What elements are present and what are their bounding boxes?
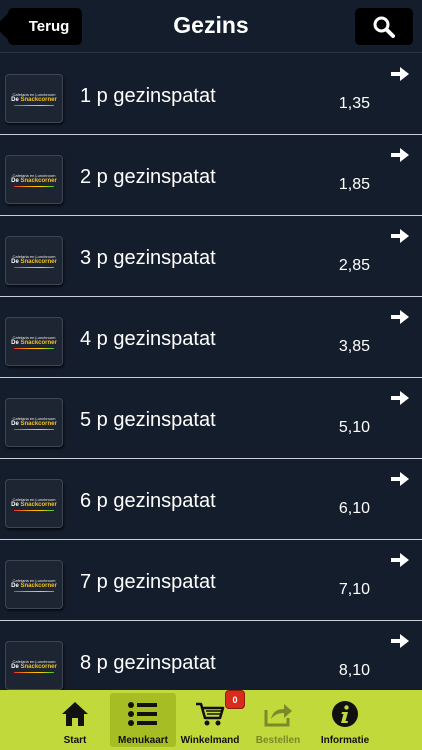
tab-label: Start bbox=[63, 735, 87, 746]
item-price: 1,35 bbox=[338, 95, 370, 112]
list-item[interactable]: Cafetaria en Lunchroom De Snackcorner 1 … bbox=[0, 54, 422, 135]
arrow-right-icon[interactable] bbox=[390, 390, 410, 406]
logo-brand-name: Snackcorner bbox=[20, 339, 57, 346]
home-icon bbox=[60, 699, 90, 729]
logo-brand-name: Snackcorner bbox=[20, 96, 57, 103]
snackcorner-logo-thumbnail: Cafetaria en Lunchroom De Snackcorner bbox=[5, 236, 63, 285]
list-item[interactable]: Cafetaria en Lunchroom De Snackcorner 5 … bbox=[0, 378, 422, 459]
logo-brand: De Snackcorner bbox=[11, 340, 57, 347]
item-price: 5,10 bbox=[338, 419, 370, 436]
logo-underline bbox=[14, 347, 54, 349]
item-name: 8 p gezinspatat bbox=[80, 652, 216, 674]
list-item[interactable]: Cafetaria en Lunchroom De Snackcorner 7 … bbox=[0, 540, 422, 621]
item-name: 4 p gezinspatat bbox=[80, 328, 216, 350]
logo-brand: De Snackcorner bbox=[11, 97, 57, 104]
tab-informatie[interactable]: Informatie bbox=[312, 693, 378, 747]
tab-bar: Start Menukaart Winkelmand Bestellen Inf… bbox=[0, 690, 422, 750]
search-icon bbox=[373, 16, 395, 38]
tab-label: Winkelmand bbox=[180, 735, 240, 746]
item-name: 6 p gezinspatat bbox=[80, 490, 216, 512]
logo-underline bbox=[14, 104, 54, 106]
logo-underline bbox=[14, 509, 54, 511]
item-price: 6,10 bbox=[338, 500, 370, 517]
logo-brand-name: Snackcorner bbox=[20, 663, 57, 670]
tab-bestellen[interactable]: Bestellen bbox=[245, 693, 311, 747]
search-button[interactable] bbox=[355, 8, 413, 45]
snackcorner-logo-thumbnail: Cafetaria en Lunchroom De Snackcorner bbox=[5, 398, 63, 447]
snackcorner-logo-thumbnail: Cafetaria en Lunchroom De Snackcorner bbox=[5, 155, 63, 204]
logo-brand: De Snackcorner bbox=[11, 583, 57, 590]
logo-underline bbox=[14, 185, 54, 187]
item-name: 1 p gezinspatat bbox=[80, 85, 216, 107]
snackcorner-logo-thumbnail: Cafetaria en Lunchroom De Snackcorner bbox=[5, 560, 63, 609]
back-button-label[interactable]: Terug bbox=[8, 8, 82, 45]
item-name: 3 p gezinspatat bbox=[80, 247, 216, 269]
arrow-right-icon[interactable] bbox=[390, 471, 410, 487]
list-item[interactable]: Cafetaria en Lunchroom De Snackcorner 2 … bbox=[0, 135, 422, 216]
snackcorner-logo-thumbnail: Cafetaria en Lunchroom De Snackcorner bbox=[5, 74, 63, 123]
logo-brand-name: Snackcorner bbox=[20, 177, 57, 184]
list-icon bbox=[128, 699, 158, 729]
nav-header: Terug Gezins bbox=[0, 0, 422, 53]
list-item[interactable]: Cafetaria en Lunchroom De Snackcorner 4 … bbox=[0, 297, 422, 378]
snackcorner-logo-thumbnail: Cafetaria en Lunchroom De Snackcorner bbox=[5, 479, 63, 528]
item-price: 1,85 bbox=[338, 176, 370, 193]
logo-brand-name: Snackcorner bbox=[20, 582, 57, 589]
logo-brand: De Snackcorner bbox=[11, 664, 57, 671]
arrow-right-icon[interactable] bbox=[390, 633, 410, 649]
list-item[interactable]: Cafetaria en Lunchroom De Snackcorner 3 … bbox=[0, 216, 422, 297]
logo-brand-name: Snackcorner bbox=[20, 420, 57, 427]
arrow-right-icon[interactable] bbox=[390, 228, 410, 244]
tab-label: Menukaart bbox=[117, 735, 168, 746]
snackcorner-logo-thumbnail: Cafetaria en Lunchroom De Snackcorner bbox=[5, 641, 63, 690]
arrow-right-icon[interactable] bbox=[390, 552, 410, 568]
item-price: 8,10 bbox=[338, 662, 370, 679]
item-name: 7 p gezinspatat bbox=[80, 571, 216, 593]
item-name: 5 p gezinspatat bbox=[80, 409, 216, 431]
tab-menukaart[interactable]: Menukaart bbox=[110, 693, 176, 747]
logo-brand: De Snackcorner bbox=[11, 259, 57, 266]
logo-brand-name: Snackcorner bbox=[20, 501, 57, 508]
tab-start[interactable]: Start bbox=[42, 693, 108, 747]
item-price: 7,10 bbox=[338, 581, 370, 598]
product-list: Cafetaria en Lunchroom De Snackcorner 1 … bbox=[0, 54, 422, 702]
cart-icon bbox=[195, 699, 225, 729]
logo-brand: De Snackcorner bbox=[11, 421, 57, 428]
tab-label: Bestellen bbox=[255, 735, 301, 746]
logo-underline bbox=[14, 266, 54, 268]
arrow-right-icon[interactable] bbox=[390, 147, 410, 163]
logo-underline bbox=[14, 590, 54, 592]
arrow-right-icon[interactable] bbox=[390, 309, 410, 325]
logo-underline bbox=[14, 671, 54, 673]
item-price: 3,85 bbox=[338, 338, 370, 355]
tab-label: Informatie bbox=[320, 735, 370, 746]
logo-underline bbox=[14, 428, 54, 430]
logo-brand: De Snackcorner bbox=[11, 178, 57, 185]
logo-brand: De Snackcorner bbox=[11, 502, 57, 509]
item-price: 2,85 bbox=[338, 257, 370, 274]
snackcorner-logo-thumbnail: Cafetaria en Lunchroom De Snackcorner bbox=[5, 317, 63, 366]
item-name: 2 p gezinspatat bbox=[80, 166, 216, 188]
logo-brand-name: Snackcorner bbox=[20, 258, 57, 265]
back-button[interactable]: Terug bbox=[8, 8, 82, 45]
list-item[interactable]: Cafetaria en Lunchroom De Snackcorner 6 … bbox=[0, 459, 422, 540]
share-icon bbox=[263, 699, 293, 729]
info-icon bbox=[330, 699, 360, 729]
cart-count-badge: 0 bbox=[225, 690, 245, 709]
arrow-right-icon[interactable] bbox=[390, 66, 410, 82]
